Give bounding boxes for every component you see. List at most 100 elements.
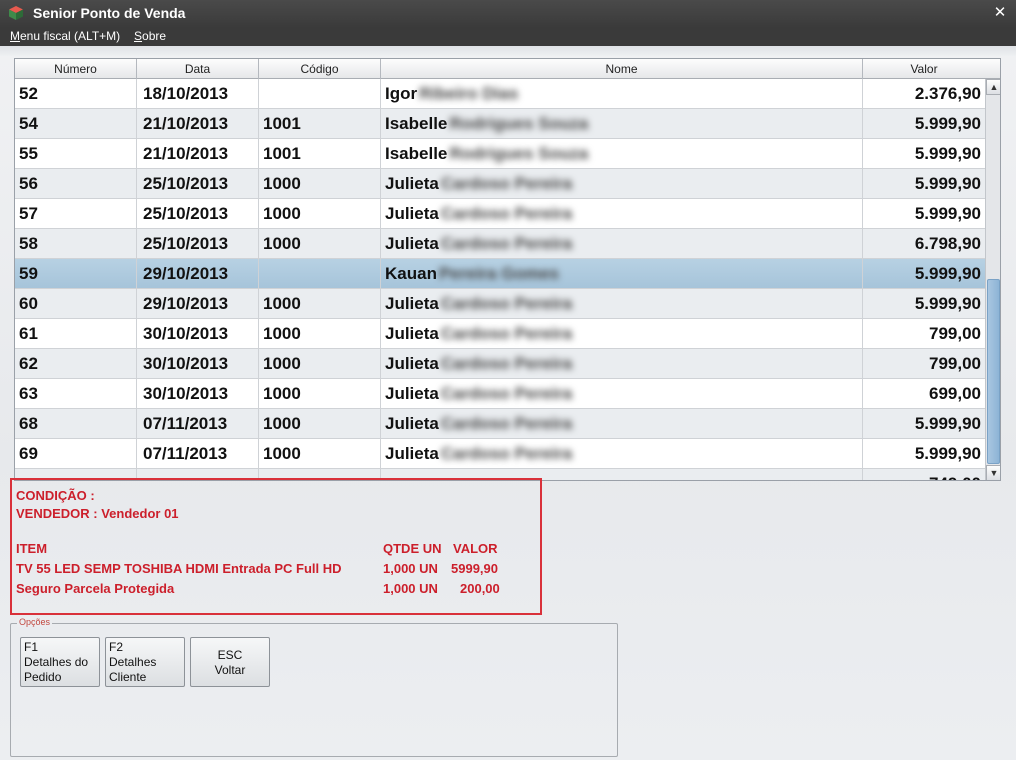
customer-surname-blurred: Cardoso Pereira — [440, 444, 573, 463]
customer-first-name: Julieta — [385, 384, 439, 403]
column-header-nome[interactable]: Nome — [381, 59, 863, 79]
order-details-button[interactable]: F1 Detalhes do Pedido — [20, 637, 100, 687]
cell-numero: 63 — [15, 379, 137, 409]
item-qtde: 1,000 UN — [383, 561, 438, 576]
button-key-label: F1 — [24, 640, 39, 654]
customer-surname-blurred: Cardoso Pereira — [440, 354, 573, 373]
column-header-codigo[interactable]: Código — [259, 59, 381, 79]
cell-nome: Julieta Cardoso Pereira — [381, 289, 863, 319]
window-title: Senior Ponto de Venda — [33, 5, 186, 21]
cell-nome: Isabelle Rodrigues Souza — [381, 139, 863, 169]
customer-first-name: Julieta — [385, 204, 439, 223]
cell-data: 30/10/2013 — [137, 319, 259, 349]
title-bar: Senior Ponto de Venda ✕ — [0, 0, 1016, 28]
valor-column-header: VALOR — [453, 541, 498, 556]
cell-data: 30/10/2013 — [137, 349, 259, 379]
cell-valor: 5.999,90 — [914, 294, 981, 313]
cell-valor: 699,00 — [929, 384, 981, 403]
customer-first-name: Julieta — [385, 174, 439, 193]
cell-codigo: 1000 — [259, 229, 381, 259]
column-header-valor[interactable]: Valor — [863, 59, 985, 79]
back-button[interactable]: ESC Voltar — [190, 637, 270, 687]
cell-nome: Julieta Cardoso Pereira — [381, 169, 863, 199]
cell-data: 18/10/2013 — [137, 79, 259, 109]
customer-surname-blurred: Rodrigues Souza — [449, 114, 589, 133]
customer-first-name: Kauan — [385, 264, 437, 283]
table-row[interactable]: 54 21/10/2013 1001 Isabelle Rodrigues Souza 5… — [15, 109, 985, 139]
sales-grid[interactable]: Número Data Código Nome Valor 52 18/10/20… — [14, 58, 1001, 481]
cell-numero: 56 — [15, 169, 137, 199]
cell-numero: 59 — [15, 259, 137, 289]
cell-nome: Isabelle Rodrigues Souza — [381, 109, 863, 139]
customer-first-name: Isabelle — [385, 144, 448, 163]
cell-valor: 5.999,90 — [914, 204, 981, 223]
table-row[interactable]: 52 18/10/2013 Igor Ribeiro Dias 2.376,90 — [15, 79, 985, 109]
cell-valor: 749,00 — [863, 469, 985, 480]
cell-codigo: 1000 — [259, 289, 381, 319]
cell-data: 25/10/2013 — [137, 169, 259, 199]
table-row[interactable]: 57 25/10/2013 1000 Julieta Cardoso Pereira 5.… — [15, 199, 985, 229]
table-row[interactable]: 55 21/10/2013 1001 Isabelle Rodrigues Souza 5… — [15, 139, 985, 169]
cell-valor: 5.999,90 — [914, 444, 981, 463]
scroll-up-icon[interactable]: ▲ — [986, 79, 1000, 95]
close-icon[interactable]: ✕ — [992, 5, 1008, 21]
table-row[interactable]: 56 25/10/2013 1000 Julieta Cardoso Pereira 5.… — [15, 169, 985, 199]
cell-numero: 54 — [15, 109, 137, 139]
column-header-data[interactable]: Data — [137, 59, 259, 79]
cell-nome: Kauan Pereira Gomes — [381, 259, 863, 289]
cell-data: 07/11/2013 — [137, 439, 259, 469]
customer-surname-blurred: Cardoso Pereira — [440, 294, 573, 313]
customer-surname-blurred: Cardoso Pereira — [440, 414, 573, 433]
item-qtde: 1,000 UN — [383, 581, 438, 596]
table-row[interactable]: 58 25/10/2013 1000 Julieta Cardoso Pereira 6.… — [15, 229, 985, 259]
cell-nome: Julieta Cardoso Pereira — [381, 439, 863, 469]
customer-surname-blurred: Cardoso Pereira — [440, 204, 573, 223]
options-group: Opções F1 Detalhes do Pedido F2 Detalhes… — [10, 617, 618, 757]
cell-data: 25/10/2013 — [137, 229, 259, 259]
qtde-un-column-header: QTDE UN — [383, 541, 442, 556]
customer-first-name: Julieta — [385, 324, 439, 343]
cell-codigo: 1000 — [259, 439, 381, 469]
customer-surname-blurred: Pereira Gomes — [438, 264, 559, 283]
cell-valor: 5.999,90 — [914, 414, 981, 433]
menu-item-sobre[interactable]: Sobre — [134, 29, 166, 43]
table-row[interactable]: 63 30/10/2013 1000 Julieta Cardoso Pereira 69… — [15, 379, 985, 409]
column-header-numero[interactable]: Número — [15, 59, 137, 79]
customer-first-name: Julieta — [385, 444, 439, 463]
vertical-scrollbar[interactable]: ▲ ▼ — [985, 79, 1000, 480]
cell-codigo: 1001 — [259, 139, 381, 169]
cell-codigo — [259, 79, 381, 109]
table-row[interactable]: 62 30/10/2013 1000 Julieta Cardoso Pereira 79… — [15, 349, 985, 379]
cell-nome: Julieta Cardoso Pereira — [381, 349, 863, 379]
cell-nome: Julieta Cardoso Pereira — [381, 319, 863, 349]
scroll-down-icon[interactable]: ▼ — [986, 465, 1000, 480]
customer-first-name: Igor — [385, 84, 418, 103]
item-column-header: ITEM — [16, 541, 48, 556]
button-key-label: ESC — [217, 648, 243, 662]
scrollbar-thumb[interactable] — [987, 279, 1000, 464]
customer-surname-blurred: Cardoso Pereira — [440, 384, 573, 403]
button-text-line: Voltar — [214, 663, 246, 677]
table-row[interactable]: 68 07/11/2013 1000 Julieta Cardoso Pereira 5.… — [15, 409, 985, 439]
cell-nome: Igor Ribeiro Dias — [381, 79, 863, 109]
customer-first-name: Julieta — [385, 294, 439, 313]
table-row[interactable]: 59 29/10/2013 Kauan Pereira Gomes 5.999,90 — [15, 259, 985, 289]
customer-details-button[interactable]: F2 Detalhes Cliente — [105, 637, 185, 687]
cell-codigo: 1000 — [259, 169, 381, 199]
button-text-line: Detalhes — [109, 655, 157, 669]
vendedor-label: VENDEDOR : Vendedor 01 — [16, 506, 179, 521]
table-row[interactable]: 60 29/10/2013 1000 Julieta Cardoso Pereira 5.… — [15, 289, 985, 319]
toolbar-strip — [0, 46, 1016, 56]
table-row[interactable]: 69 07/11/2013 1000 Julieta Cardoso Pereira 5.… — [15, 439, 985, 469]
cell-numero: 55 — [15, 139, 137, 169]
cell-data: 29/10/2013 — [137, 259, 259, 289]
item-valor: 200,00 — [460, 581, 500, 596]
table-row[interactable]: 61 30/10/2013 1000 Julieta Cardoso Pereira 79… — [15, 319, 985, 349]
cell-nome: Julieta Cardoso Pereira — [381, 199, 863, 229]
menu-item-fiscal[interactable]: Menu fiscal (ALT+M) — [10, 29, 120, 43]
item-name: TV 55 LED SEMP TOSHIBA HDMI Entrada PC F… — [16, 561, 342, 576]
cell-data: 07/11/2013 — [137, 409, 259, 439]
order-details-panel: CONDIÇÃO : VENDEDOR : Vendedor 01 ITEM Q… — [10, 478, 542, 615]
cell-codigo: 1001 — [259, 109, 381, 139]
customer-first-name: Julieta — [385, 354, 439, 373]
